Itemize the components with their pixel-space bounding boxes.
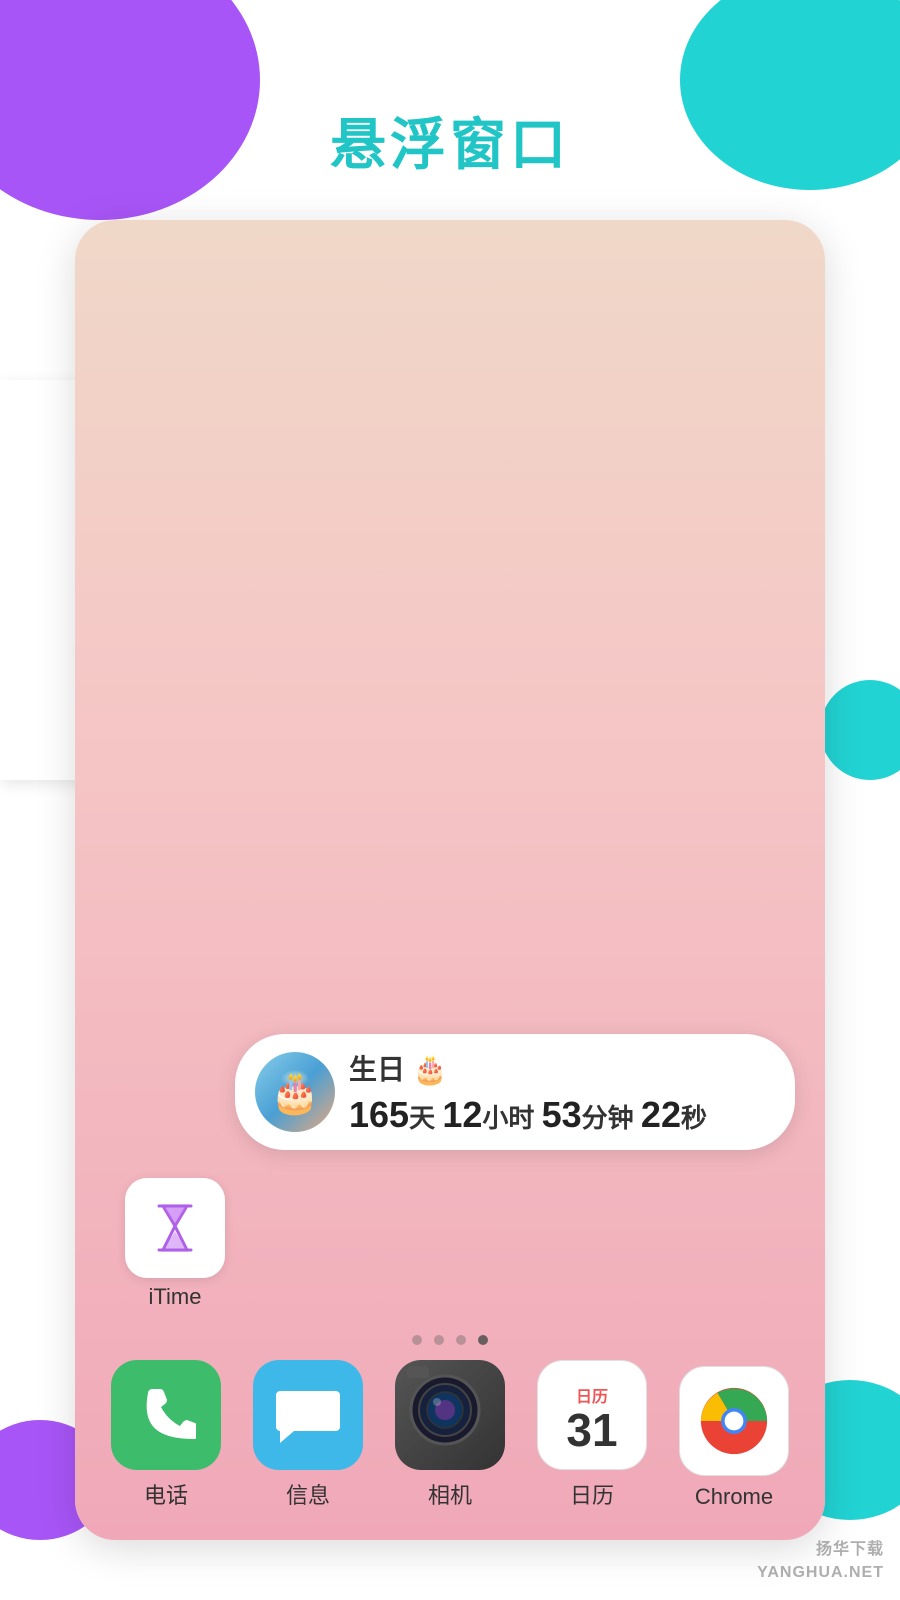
itime-label: iTime xyxy=(149,1284,202,1310)
dock-item-calendar[interactable]: 日历 31 日历 xyxy=(537,1360,647,1510)
countdown-minutes: 53 xyxy=(542,1094,582,1135)
countdown-hours: 12 xyxy=(442,1094,482,1135)
hours-label: 小时 xyxy=(482,1103,534,1133)
calendar-label: 日历 xyxy=(570,1478,614,1510)
bottom-dock: 电话 信息 xyxy=(75,1360,825,1510)
countdown-days: 165 xyxy=(349,1094,409,1135)
page-dot-1 xyxy=(412,1335,422,1345)
calendar-icon: 日历 31 xyxy=(537,1360,647,1470)
page-dots xyxy=(75,1335,825,1345)
itime-icon xyxy=(125,1178,225,1278)
dock-item-chrome[interactable]: Chrome xyxy=(679,1366,789,1510)
itime-app[interactable]: iTime xyxy=(125,1178,225,1310)
bg-blob-teal-mid-right xyxy=(820,680,900,780)
phone-screen: 🎂 生日 🎂 165天 12小时 53分钟 22秒 xyxy=(75,220,825,1540)
widget-avatar: 🎂 xyxy=(255,1052,335,1132)
phone-icon xyxy=(111,1360,221,1470)
message-icon xyxy=(253,1360,363,1470)
page-title: 悬浮窗口 xyxy=(0,100,900,181)
camera-icon xyxy=(395,1360,505,1470)
itime-hourglass-icon xyxy=(143,1196,207,1260)
dock-item-camera[interactable]: 相机 xyxy=(395,1360,505,1510)
widget-title: 生日 🎂 xyxy=(349,1048,775,1088)
floating-widget[interactable]: 🎂 生日 🎂 165天 12小时 53分钟 22秒 xyxy=(235,1034,795,1150)
days-label: 天 xyxy=(409,1103,435,1133)
widget-text: 生日 🎂 165天 12小时 53分钟 22秒 xyxy=(349,1048,775,1136)
chrome-icon xyxy=(679,1366,789,1476)
cal-day: 31 xyxy=(566,1407,617,1453)
phone-label: 电话 xyxy=(144,1478,188,1510)
minutes-label: 分钟 xyxy=(582,1103,634,1133)
message-label: 信息 xyxy=(286,1478,330,1510)
dock-item-phone[interactable]: 电话 xyxy=(111,1360,221,1510)
page-dot-3 xyxy=(456,1335,466,1345)
watermark: 扬华下载YANGHUA.NET xyxy=(757,1539,884,1584)
phone-mockup: 🎂 生日 🎂 165天 12小时 53分钟 22秒 xyxy=(75,220,825,1540)
widget-countdown: 165天 12小时 53分钟 22秒 xyxy=(349,1094,775,1136)
countdown-seconds: 22 xyxy=(641,1094,681,1135)
dock-item-message[interactable]: 信息 xyxy=(253,1360,363,1510)
seconds-label: 秒 xyxy=(681,1103,707,1133)
camera-label: 相机 xyxy=(428,1478,472,1510)
page-dot-2 xyxy=(434,1335,444,1345)
chrome-label: Chrome xyxy=(695,1484,773,1510)
page-dot-4-active xyxy=(478,1335,488,1345)
